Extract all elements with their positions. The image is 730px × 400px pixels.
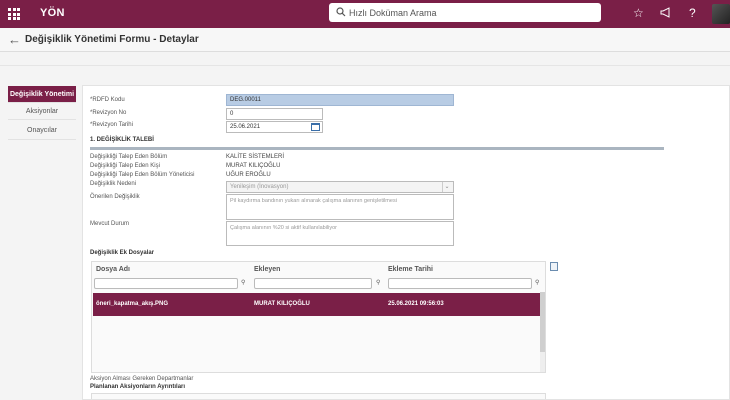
search-input[interactable] [349, 5, 589, 20]
rev-date-label: *Revizyon Tarihi [90, 122, 133, 128]
search-box[interactable] [329, 3, 601, 22]
section-divider [90, 147, 664, 150]
current-textarea[interactable]: Çalışma alanının %20 si aktif kullanılab… [226, 221, 454, 246]
reason-label: Değişiklik Nedeni [90, 181, 137, 187]
reason-value: Yenileşim (İnovasyon) [230, 184, 289, 190]
megaphone-icon[interactable] [660, 6, 672, 21]
dept-label: Değişikliği Talep Eden Bölüm [90, 154, 168, 160]
cell-date: 25.06.2021 09:56:03 [388, 301, 444, 307]
nav-item-onaycilar[interactable]: Onaycılar [8, 120, 76, 140]
filter-icon[interactable]: ⚲ [535, 279, 539, 286]
person-value: MURAT KILIÇOĞLU [226, 163, 281, 169]
chevron-down-icon[interactable]: ⌄ [442, 182, 451, 192]
attachments-table: Dosya Adı Ekleyen Ekleme Tarihi ⚲ ⚲ ⚲ ön… [91, 261, 546, 373]
cell-file: öneri_kapatma_akış.PNG [96, 301, 169, 307]
nav-item-aksiyonlar[interactable]: Aksiyonlar [8, 103, 76, 120]
dept-value: KALİTE SİSTEMLERİ [226, 154, 285, 160]
manager-label: Değişikliği Talep Eden Bölüm Yöneticisi [90, 172, 195, 178]
search-icon [336, 7, 346, 17]
rev-no-field[interactable]: 0 [226, 108, 323, 120]
filter-input-date[interactable] [388, 278, 532, 289]
col-header-date[interactable]: Ekleme Tarihi [388, 266, 433, 273]
rev-date-field[interactable]: 25.06.2021 [226, 121, 323, 133]
toolbar-divider [0, 65, 730, 66]
actions-title: Planlanan Aksiyonların Ayrıntıları [90, 384, 186, 390]
calendar-icon[interactable] [311, 123, 320, 131]
scrollbar-thumb[interactable] [540, 292, 545, 352]
person-label: Değişikliği Talep Eden Kişi [90, 163, 160, 169]
table-row[interactable]: öneri_kapatma_akış.PNG MURAT KILIÇOĞLU 2… [93, 293, 544, 316]
add-file-icon[interactable] [550, 262, 558, 271]
col-header-added-by[interactable]: Ekleyen [254, 266, 280, 273]
proposed-textarea[interactable]: Pil kaydırma bandının yukarı alınarak ça… [226, 194, 454, 220]
section-title: 1. DEĞİŞİKLİK TALEBİ [90, 137, 154, 143]
filter-input-added-by[interactable] [254, 278, 372, 289]
rdfd-label: *RDFD Kodu [90, 97, 125, 103]
filter-icon[interactable]: ⚲ [376, 279, 380, 286]
apps-grid-icon[interactable] [8, 8, 20, 20]
form-panel: *RDFD Kodu DEG.00011 *Revizyon No 0 *Rev… [82, 85, 730, 400]
top-bar: YÖN ☆ ? [0, 0, 730, 28]
current-label: Mevcut Durum [90, 221, 130, 227]
actions-table [91, 393, 546, 399]
page-title: Değişiklik Yönetimi Formu - Detaylar [25, 34, 199, 45]
reason-select[interactable]: Yenileşim (İnovasyon) ⌄ [226, 181, 454, 193]
rev-date-value: 25.06.2021 [230, 124, 261, 130]
filter-icon[interactable]: ⚲ [241, 279, 245, 286]
manager-value: UĞUR EROĞLU [226, 172, 271, 178]
left-nav: Değişiklik Yönetimi Aksiyonlar Onaycılar [8, 86, 76, 140]
proposed-label: Önerilen Değişiklik [90, 194, 140, 200]
filter-input-file[interactable] [94, 278, 238, 289]
nav-item-degisiklik-yonetimi[interactable]: Değişiklik Yönetimi [8, 86, 76, 103]
page-header: ← Değişiklik Yönetimi Formu - Detaylar [0, 28, 730, 52]
attachments-title: Değişiklik Ek Dosyalar [90, 250, 155, 256]
rev-no-label: *Revizyon No [90, 110, 127, 116]
app-logo[interactable]: YÖN [40, 7, 65, 19]
rdfd-field[interactable]: DEG.00011 [226, 94, 454, 106]
col-header-file[interactable]: Dosya Adı [96, 266, 130, 273]
avatar[interactable] [712, 4, 730, 24]
cell-added-by: MURAT KILIÇOĞLU [254, 301, 310, 307]
help-icon[interactable]: ? [689, 6, 696, 20]
star-icon[interactable]: ☆ [633, 6, 644, 20]
departments-label: Aksiyon Alması Gereken Departmanlar [90, 376, 194, 382]
back-arrow-icon[interactable]: ← [8, 32, 21, 47]
